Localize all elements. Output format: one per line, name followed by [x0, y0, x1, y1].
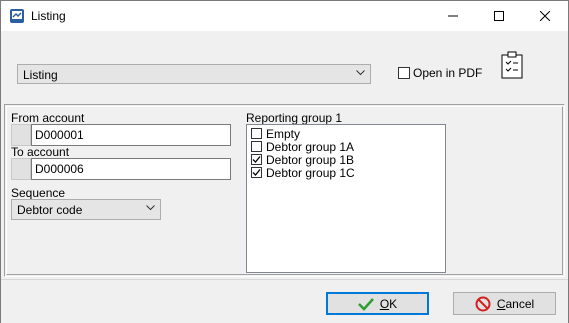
sequence-value: Debtor code	[17, 203, 83, 217]
reporting-group-list[interactable]: Empty Debtor group 1A Debtor group 1B De…	[246, 124, 446, 273]
from-account-value: D000001	[35, 128, 84, 142]
sequence-select[interactable]: Debtor code	[11, 199, 161, 220]
list-item-checkbox[interactable]	[251, 128, 262, 139]
list-item-checkbox[interactable]	[251, 154, 262, 165]
close-button[interactable]	[522, 1, 568, 31]
to-account-lookup-button[interactable]	[11, 158, 31, 180]
check-icon	[252, 169, 261, 176]
ok-button[interactable]: OK	[326, 292, 429, 315]
close-icon	[540, 11, 550, 21]
open-in-pdf-checkbox[interactable]	[398, 67, 410, 79]
chevron-down-icon	[146, 205, 155, 211]
list-item-label: Debtor group 1A	[266, 140, 355, 154]
to-account-label: To account	[11, 145, 70, 159]
app-icon	[10, 9, 24, 23]
maximize-icon	[494, 11, 504, 21]
cancel-button-label: Cancel	[496, 296, 535, 311]
dialog-window: Listing Listing Open in PDF From account	[0, 0, 569, 323]
report-select-value: Listing	[23, 68, 58, 82]
report-select[interactable]: Listing	[17, 64, 371, 84]
list-item-label: Empty	[266, 127, 301, 141]
reporting-group-label: Reporting group 1	[246, 111, 343, 125]
cancel-button[interactable]: Cancel	[453, 292, 556, 315]
top-section: Listing Open in PDF	[1, 31, 568, 102]
ok-button-label: OK	[379, 296, 398, 311]
chevron-down-icon	[356, 70, 365, 76]
minimize-button[interactable]	[430, 1, 476, 31]
clipboard-check-icon[interactable]	[500, 51, 524, 79]
open-in-pdf-label: Open in PDF	[413, 66, 483, 80]
list-item-label: Debtor group 1C	[266, 166, 355, 180]
from-account-input[interactable]: D000001	[31, 124, 231, 146]
from-account-label: From account	[11, 111, 85, 125]
minimize-icon	[448, 15, 458, 17]
maximize-button[interactable]	[476, 1, 522, 31]
cancel-icon	[475, 296, 491, 311]
to-account-input[interactable]: D000006	[31, 158, 231, 180]
to-account-value: D000006	[35, 162, 84, 176]
checkmark-icon	[357, 297, 374, 311]
title-bar: Listing	[1, 1, 568, 31]
from-account-lookup-button[interactable]	[11, 124, 31, 146]
button-bar: OK Cancel	[1, 279, 568, 323]
check-icon	[252, 156, 261, 163]
sequence-label: Sequence	[11, 186, 66, 200]
list-item-checkbox[interactable]	[251, 167, 262, 178]
window-title: Listing	[31, 9, 66, 23]
list-item-checkbox[interactable]	[251, 141, 262, 152]
list-item-label: Debtor group 1B	[266, 153, 355, 167]
